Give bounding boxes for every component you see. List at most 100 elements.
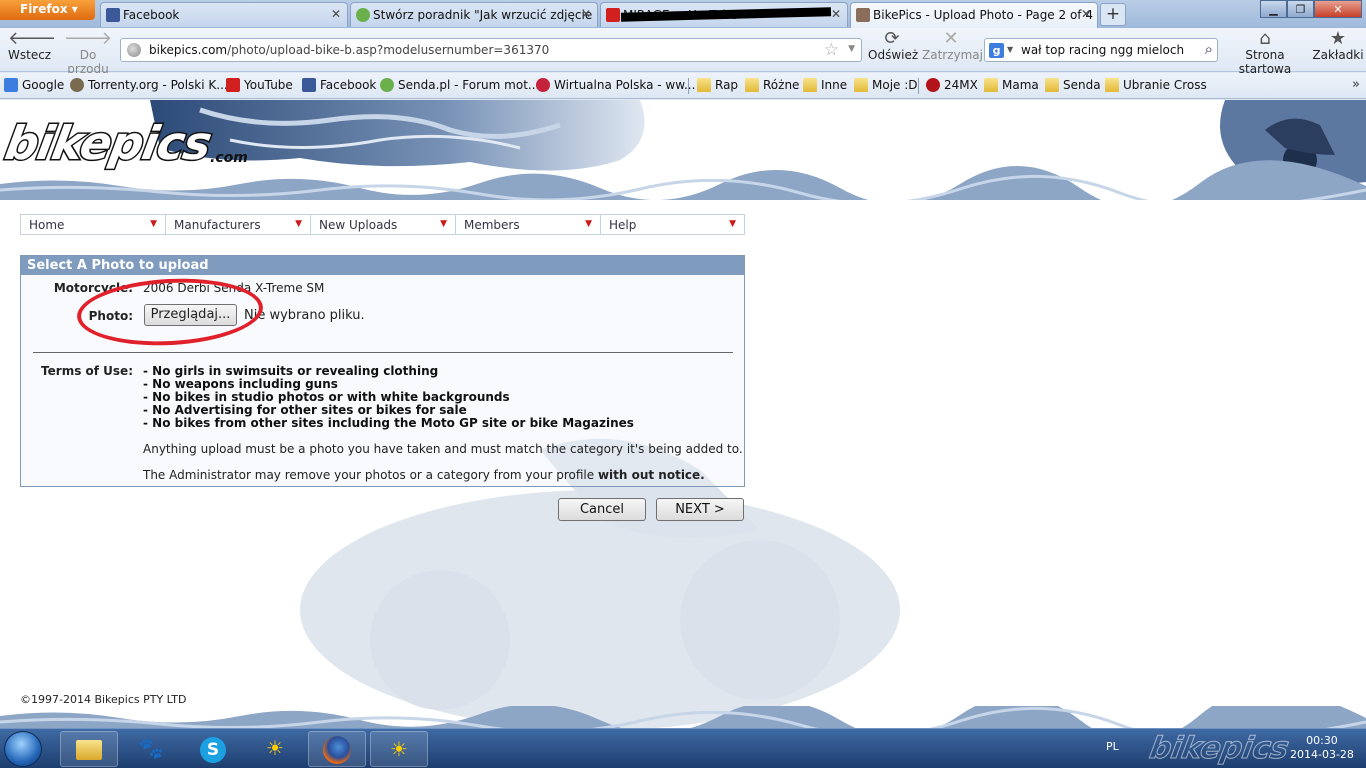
- google-search-engine-icon[interactable]: g: [989, 43, 1004, 58]
- term-item: - No girls in swimsuits or revealing clo…: [143, 364, 439, 378]
- messenger-taskbar-icon[interactable]: ☀: [246, 731, 304, 767]
- search-engine-dropdown-icon[interactable]: ▼: [1007, 45, 1013, 54]
- upload-photo-panel: Select A Photo to upload Motorcycle: 200…: [20, 255, 745, 487]
- bookmark-folder-rozne[interactable]: Różne: [745, 78, 799, 92]
- menu-home[interactable]: Home ▼: [20, 214, 165, 235]
- bookmark-folder-inne[interactable]: Inne: [803, 78, 847, 92]
- bookmark-folder-rap[interactable]: Rap: [697, 78, 738, 92]
- bookmark-label: Google: [22, 78, 65, 92]
- bookmark-label: Rap: [715, 78, 739, 92]
- menu-label: Manufacturers: [174, 218, 261, 232]
- bookmark-senda[interactable]: Senda.pl - Forum mot...: [380, 78, 539, 92]
- facebook-icon: [302, 78, 316, 92]
- menu-help[interactable]: Help ▼: [600, 214, 745, 235]
- bookmark-youtube[interactable]: YouTube: [226, 78, 293, 92]
- bookmark-label: 24MX: [944, 78, 978, 92]
- bookmark-label: Senda: [1063, 78, 1101, 92]
- dropdown-caret-icon: ▼: [585, 219, 592, 229]
- bookmark-24mx[interactable]: 24MX: [926, 78, 978, 92]
- explorer-taskbar-icon[interactable]: [60, 731, 118, 767]
- folder-icon: [697, 78, 711, 92]
- maximize-button[interactable]: ❐: [1287, 0, 1314, 18]
- window-close-button[interactable]: ✕: [1314, 0, 1362, 18]
- footer-splash-graphic: [0, 706, 1366, 728]
- bookmarks-menu-button[interactable]: ★ Zakładki: [1312, 30, 1364, 63]
- dropdown-caret-icon: ▼: [295, 219, 302, 229]
- gimp-taskbar-icon[interactable]: 🐾: [122, 731, 180, 767]
- bikepics-icon: [856, 8, 870, 22]
- search-input[interactable]: wał top racing ngg mieloch: [1021, 43, 1184, 57]
- panel-title: Select A Photo to upload: [21, 256, 744, 275]
- tab-facebook[interactable]: Facebook ✕: [100, 2, 348, 27]
- skype-taskbar-icon[interactable]: S: [184, 731, 242, 767]
- bookmark-folder-moje[interactable]: Moje :D: [854, 78, 918, 92]
- reload-button[interactable]: ⟳ Odśwież: [868, 30, 918, 63]
- bookmark-star-icon[interactable]: ☆: [824, 40, 839, 60]
- minimize-button[interactable]: ▁: [1260, 0, 1287, 18]
- menu-manufacturers[interactable]: Manufacturers ▼: [165, 214, 310, 235]
- back-arrow-icon: 🡐: [8, 28, 57, 49]
- bookmark-label: Mama: [1002, 78, 1039, 92]
- url-text[interactable]: bikepics.com/photo/upload-bike-b.asp?mod…: [149, 43, 549, 57]
- tab-title: Facebook: [123, 8, 180, 22]
- bookmark-label: Senda.pl - Forum mot...: [398, 78, 540, 92]
- start-button[interactable]: [4, 731, 42, 767]
- system-clock[interactable]: 00:30 2014-03-28: [1290, 734, 1354, 762]
- bookmark-wp[interactable]: Wirtualna Polska - ww...: [536, 78, 695, 92]
- bookmarks-label: Zakładki: [1312, 48, 1364, 62]
- stop-button[interactable]: ✕ Zatrzymaj: [922, 30, 983, 63]
- bookmark-google[interactable]: Google: [4, 78, 64, 92]
- cancel-button[interactable]: Cancel: [558, 498, 646, 521]
- close-icon[interactable]: ✕: [1081, 7, 1091, 21]
- url-dropdown-icon[interactable]: ▼: [848, 44, 855, 54]
- back-button[interactable]: 🡐 Wstecz: [8, 28, 57, 63]
- keyboard-language-indicator[interactable]: PL: [1106, 740, 1119, 753]
- bookmark-label: Moje :D: [872, 78, 918, 92]
- firefox-menu-label: Firefox: [20, 2, 68, 16]
- senda-icon: [380, 78, 394, 92]
- bookmarks-bar: Google Torrenty.org - Polski K... YouTub…: [0, 73, 1366, 99]
- close-icon[interactable]: ✕: [331, 7, 341, 21]
- bookmark-folder-ubranie[interactable]: Ubranie Cross: [1105, 78, 1207, 92]
- search-icon[interactable]: ⌕: [1205, 40, 1213, 58]
- page-content: bikepics .com Home ▼ Manufacturers ▼ New U…: [0, 100, 1366, 728]
- next-button[interactable]: NEXT >: [656, 498, 744, 521]
- firefox-menu-button[interactable]: Firefox ▾: [0, 0, 95, 20]
- globe-icon: [127, 43, 141, 57]
- folder-icon: [1105, 78, 1119, 92]
- tab-youtube[interactable]: MIRAGE ... YouTube ✕: [600, 2, 848, 27]
- navigation-toolbar: 🡐 Wstecz 🡒 Do przodu bikepics.com/photo/…: [0, 28, 1366, 76]
- bookmark-separator: [918, 78, 919, 94]
- stop-label: Zatrzymaj: [922, 48, 983, 62]
- close-icon[interactable]: ✕: [581, 7, 591, 21]
- admin-notice-text: The Administrator may remove your photos…: [143, 468, 705, 482]
- wp-icon: [536, 78, 550, 92]
- tab-bikepics[interactable]: BikePics - Upload Photo - Page 2 of 4 ✕: [850, 2, 1098, 28]
- forward-label: Do przodu: [67, 48, 109, 76]
- menu-label: Home: [29, 218, 65, 232]
- bookmark-facebook[interactable]: Facebook: [302, 78, 376, 92]
- bookmark-folder-mama[interactable]: Mama: [984, 78, 1039, 92]
- bookmark-folder-senda[interactable]: Senda: [1045, 78, 1101, 92]
- bikepics-logo[interactable]: bikepics: [0, 115, 216, 172]
- home-button[interactable]: ⌂ Strona startowa: [1222, 30, 1308, 77]
- weather-app-taskbar-icon[interactable]: ☀: [370, 731, 428, 767]
- admin-notice-prefix: The Administrator may remove your photos…: [143, 468, 598, 482]
- forward-button[interactable]: 🡒 Do przodu: [58, 30, 118, 77]
- url-host: bikepics.com: [149, 43, 228, 57]
- bookmark-label: Facebook: [320, 78, 377, 92]
- tab-poradnik[interactable]: Stwórz poradnik "Jak wrzucić zdjęcie ...…: [350, 2, 598, 27]
- search-bar[interactable]: g ▼ wał top racing ngg mieloch ⌕: [984, 38, 1218, 62]
- bookmarks-overflow-chevron-icon[interactable]: »: [1352, 77, 1360, 92]
- folder-icon: [854, 78, 868, 92]
- dropdown-caret-icon: ▼: [729, 219, 736, 229]
- bookmark-separator: [688, 78, 689, 94]
- menu-new-uploads[interactable]: New Uploads ▼: [310, 214, 455, 235]
- bookmark-label: Inne: [821, 78, 848, 92]
- new-tab-button[interactable]: +: [1100, 3, 1126, 26]
- bookmark-torrenty[interactable]: Torrenty.org - Polski K...: [70, 78, 228, 92]
- close-icon[interactable]: ✕: [831, 7, 841, 21]
- url-bar[interactable]: bikepics.com/photo/upload-bike-b.asp?mod…: [120, 38, 862, 62]
- menu-members[interactable]: Members ▼: [455, 214, 600, 235]
- firefox-taskbar-icon[interactable]: [308, 731, 366, 767]
